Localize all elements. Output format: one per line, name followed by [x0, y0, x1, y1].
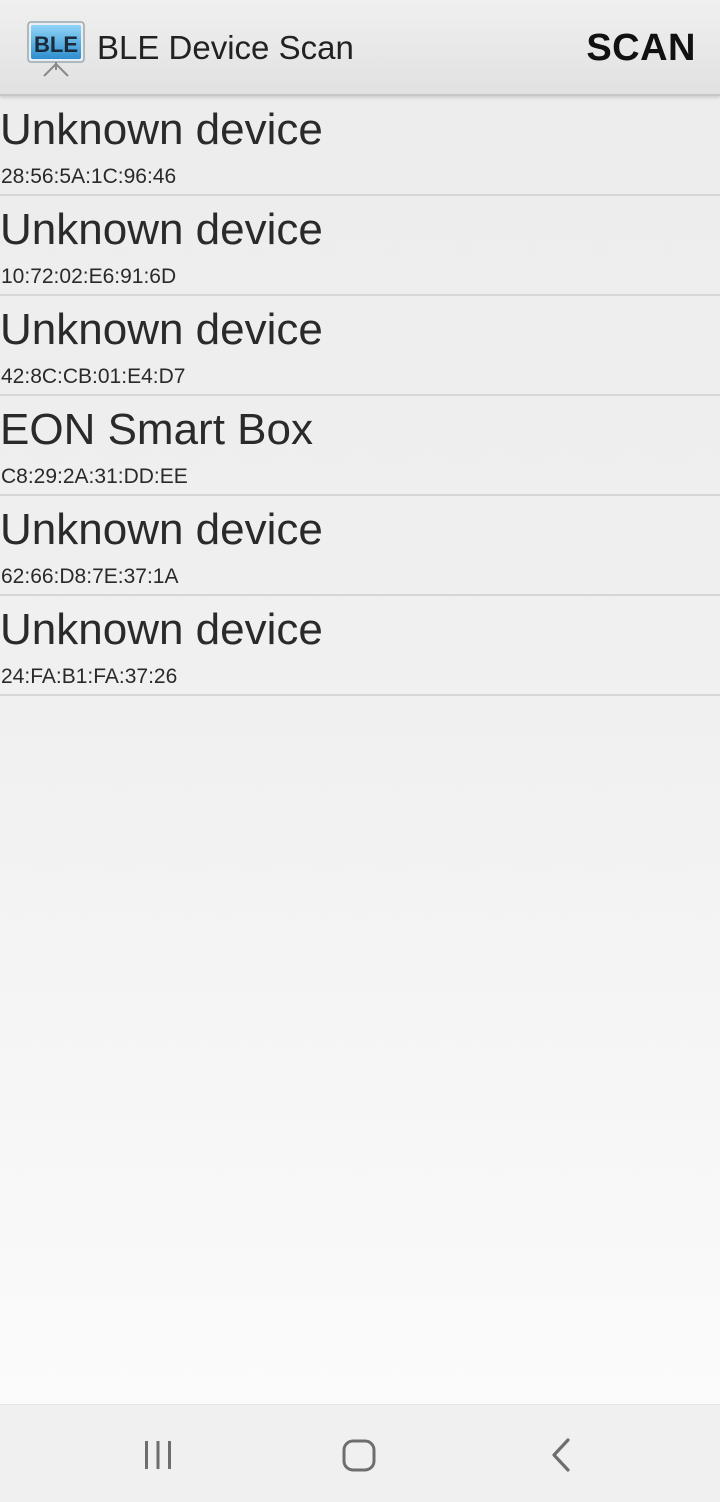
device-list-item[interactable]: Unknown device 24:FA:B1:FA:37:26 [0, 596, 720, 696]
device-list-item[interactable]: Unknown device 10:72:02:E6:91:6D [0, 196, 720, 296]
recent-apps-icon [145, 1441, 171, 1469]
device-address: 10:72:02:E6:91:6D [1, 265, 177, 288]
home-icon [342, 1439, 376, 1472]
ble-app-icon: BLE [26, 20, 86, 78]
device-name: Unknown device [0, 105, 323, 154]
back-button[interactable] [520, 1423, 600, 1487]
device-address: 62:66:D8:7E:37:1A [1, 565, 179, 588]
back-icon [552, 1438, 570, 1472]
home-button[interactable] [319, 1423, 399, 1487]
device-name: Unknown device [0, 205, 323, 254]
device-name: Unknown device [0, 505, 323, 554]
device-name: Unknown device [0, 305, 323, 354]
device-list-item[interactable]: Unknown device 42:8C:CB:01:E4:D7 [0, 296, 720, 396]
device-list-item[interactable]: Unknown device 62:66:D8:7E:37:1A [0, 496, 720, 596]
action-bar: BLE BLE Device Scan SCAN [0, 0, 720, 96]
device-address: 24:FA:B1:FA:37:26 [1, 665, 178, 688]
svg-text:BLE: BLE [34, 32, 78, 57]
device-list-item[interactable]: Unknown device 28:56:5A:1C:96:46 [0, 96, 720, 196]
device-address: 42:8C:CB:01:E4:D7 [1, 365, 186, 388]
app-title: BLE Device Scan [97, 29, 354, 66]
device-name: Unknown device [0, 605, 323, 654]
recent-apps-button[interactable] [118, 1423, 198, 1487]
device-address: 28:56:5A:1C:96:46 [1, 165, 177, 188]
scan-button[interactable]: SCAN [586, 26, 696, 70]
device-list: Unknown device 28:56:5A:1C:96:46 Unknown… [0, 96, 720, 696]
system-nav-bar [0, 1404, 720, 1502]
device-list-item[interactable]: EON Smart Box C8:29:2A:31:DD:EE [0, 396, 720, 496]
device-name: EON Smart Box [0, 405, 313, 454]
device-address: C8:29:2A:31:DD:EE [1, 465, 188, 488]
